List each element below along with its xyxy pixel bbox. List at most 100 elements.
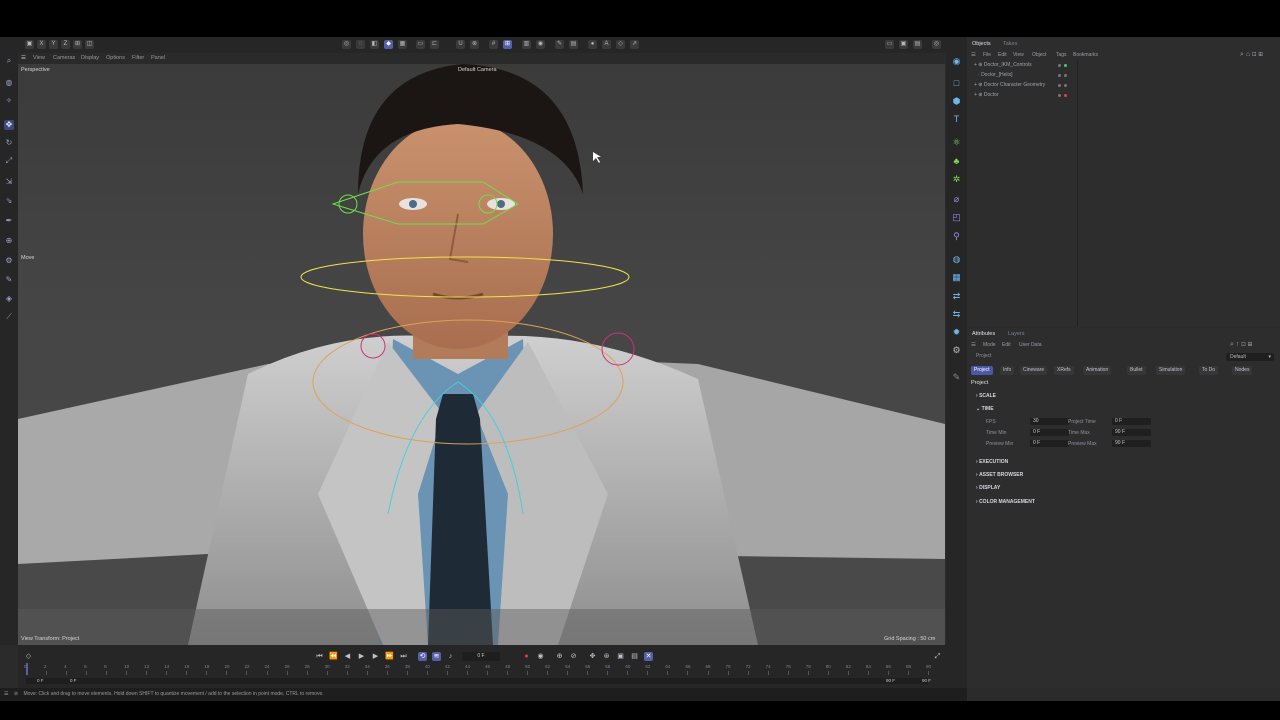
loop-icon[interactable]: ⟲ bbox=[418, 652, 427, 661]
section-execution[interactable]: › EXECUTION bbox=[976, 459, 1008, 465]
range-start-a[interactable]: 0 F bbox=[37, 678, 44, 683]
move-tool-icon[interactable]: ✥ bbox=[4, 120, 14, 130]
disabled-indicator[interactable] bbox=[1064, 94, 1067, 97]
visibility-dot[interactable] bbox=[1058, 84, 1061, 87]
layout-icon[interactable]: ▣ bbox=[25, 40, 34, 49]
tags-icon[interactable]: ⇆ bbox=[951, 309, 962, 320]
pen-icon[interactable]: ✎ bbox=[951, 372, 962, 383]
attributes-menu-user-data[interactable]: User Data bbox=[1019, 342, 1042, 348]
axis-mode-icon[interactable]: ⊏ bbox=[430, 40, 439, 49]
tab-takes[interactable]: Takes bbox=[1003, 41, 1017, 47]
visibility-dot[interactable] bbox=[1058, 64, 1061, 67]
magnet-icon[interactable]: U bbox=[456, 40, 465, 49]
chip-project[interactable]: Project bbox=[971, 366, 993, 375]
layout-switch-icon[interactable]: ▭ bbox=[885, 40, 894, 49]
workplane-icon[interactable]: ▭ bbox=[416, 40, 425, 49]
key-rotation-icon[interactable]: ⊘ bbox=[569, 652, 578, 661]
playhead[interactable] bbox=[26, 663, 28, 675]
axis-x-icon[interactable]: X bbox=[37, 40, 46, 49]
go-to-end-icon[interactable]: ⏭ bbox=[399, 652, 408, 661]
next-frame-icon[interactable]: ▶ bbox=[371, 652, 380, 661]
attributes-menu-icon[interactable]: ☰ bbox=[971, 342, 976, 348]
visibility-dot[interactable] bbox=[1058, 94, 1061, 97]
deformer-icon[interactable]: ⌀ bbox=[951, 194, 962, 205]
tree-item-controls[interactable]: + ⊕ Doctor_IKM_Controls bbox=[974, 62, 1032, 68]
time-max-field[interactable]: 90 F bbox=[1112, 429, 1151, 436]
sun-icon[interactable]: ✹ bbox=[951, 327, 962, 338]
camera-icon[interactable]: ▦ bbox=[951, 272, 962, 283]
range-end-a[interactable]: 90 F bbox=[886, 678, 895, 683]
cloner-icon[interactable]: ✲ bbox=[951, 174, 962, 185]
grid-icon[interactable]: # bbox=[489, 40, 498, 49]
interactive-render-icon[interactable]: ▤ bbox=[913, 40, 922, 49]
model-mode-icon[interactable]: ◎ bbox=[342, 40, 351, 49]
viewport-menu-icon[interactable]: ☰ bbox=[21, 55, 26, 61]
tree-item-helix[interactable]: · Doctor_[Helix] bbox=[978, 72, 1012, 78]
keyframe-toggle-icon[interactable]: ◇ bbox=[24, 652, 33, 661]
effector-icon[interactable]: ⚲ bbox=[951, 231, 962, 242]
spline-pen-icon[interactable]: ✒ bbox=[4, 216, 14, 226]
current-frame-field[interactable]: 0 F bbox=[462, 652, 500, 661]
render-view-icon[interactable]: ◉ bbox=[536, 40, 545, 49]
autokey-icon[interactable]: A bbox=[602, 40, 611, 49]
objects-menu-icon[interactable]: ☰ bbox=[971, 52, 976, 58]
mograph-icon[interactable]: ♣ bbox=[951, 156, 962, 167]
expand-icon[interactable]: + ⊕ bbox=[974, 62, 984, 68]
section-asset-browser[interactable]: › ASSET BROWSER bbox=[976, 472, 1023, 478]
tab-layers[interactable]: Layers bbox=[1008, 331, 1025, 337]
next-key-icon[interactable]: ⏩ bbox=[385, 652, 394, 661]
section-color-management[interactable]: › COLOR MANAGEMENT bbox=[976, 499, 1035, 505]
search-icon[interactable]: ⌕ ⌂ ⊡ ⊞ bbox=[1240, 51, 1263, 59]
section-display[interactable]: › DISPLAY bbox=[976, 485, 1000, 491]
go-to-start-icon[interactable]: ⏮ bbox=[315, 652, 324, 661]
expand-icon[interactable]: + ⊕ bbox=[974, 82, 984, 88]
expand-icon[interactable]: + ⊕ bbox=[974, 92, 984, 98]
viewport-menu-display[interactable]: Display bbox=[81, 55, 99, 61]
fps-field[interactable]: 30 bbox=[1030, 418, 1069, 425]
record-icon[interactable]: ● bbox=[588, 40, 597, 49]
attributes-menu-edit[interactable]: Edit bbox=[1002, 342, 1011, 348]
attributes-search-icon[interactable]: ⌕ ↑ ⊡ ⊞ bbox=[1230, 341, 1252, 349]
chip-xrefs[interactable]: XRefs bbox=[1054, 366, 1074, 375]
preset-dropdown[interactable]: Default ▾ bbox=[1226, 353, 1274, 361]
viewport-menu-filter[interactable]: Filter bbox=[132, 55, 144, 61]
objects-menu-tags[interactable]: Tags bbox=[1056, 52, 1067, 58]
scale-tool-icon[interactable]: ⤢ bbox=[4, 156, 14, 166]
select-tool-icon[interactable]: ◍ bbox=[4, 78, 14, 88]
viewport-menu-options[interactable]: Options bbox=[106, 55, 125, 61]
external-link-icon[interactable]: ⇗ bbox=[630, 40, 639, 49]
enabled-check[interactable] bbox=[1064, 64, 1067, 67]
time-min-field[interactable]: 0 F bbox=[1030, 429, 1069, 436]
range-slider[interactable] bbox=[26, 678, 928, 684]
chip-info[interactable]: Info bbox=[1000, 366, 1015, 375]
timeline-mode-icon[interactable]: ✕ bbox=[644, 652, 653, 661]
record-key-icon[interactable]: ● bbox=[522, 652, 531, 661]
points-mode-icon[interactable]: ◌ bbox=[356, 40, 365, 49]
range-start-b[interactable]: 0 F bbox=[70, 678, 77, 683]
key-param-icon[interactable]: ⊛ bbox=[602, 652, 611, 661]
fps-mode-icon[interactable]: ≋ bbox=[432, 652, 441, 661]
attributes-menu-mode[interactable]: Mode bbox=[983, 342, 996, 348]
knife-tool-icon[interactable]: ⟋ bbox=[4, 312, 14, 322]
polygons-mode-icon[interactable]: ◆ bbox=[384, 40, 393, 49]
enabled-check[interactable] bbox=[1064, 84, 1067, 87]
timeline-expand-icon[interactable]: ⤢ bbox=[933, 652, 942, 661]
axis-y-icon[interactable]: Y bbox=[49, 40, 58, 49]
tree-item-doctor[interactable]: + ⊕ Doctor bbox=[974, 92, 999, 98]
snap-grid-icon[interactable]: ⊞ bbox=[503, 40, 512, 49]
timeline-ruler[interactable]: 0246810121416182022242628303234363840424… bbox=[24, 662, 931, 676]
field-icon[interactable]: ◰ bbox=[951, 212, 962, 223]
generator-icon[interactable]: ⚛ bbox=[951, 137, 962, 148]
section-scale[interactable]: › SCALE bbox=[976, 393, 996, 399]
objects-menu-object[interactable]: Object bbox=[1032, 52, 1046, 58]
section-time[interactable]: ⌄ TIME bbox=[976, 406, 994, 412]
viewport-menu-view[interactable]: View bbox=[33, 55, 45, 61]
preview-min-field[interactable]: 0 F bbox=[1030, 440, 1069, 447]
viewport-menu-cameras[interactable]: Cameras bbox=[53, 55, 75, 61]
play-icon[interactable]: ▶ bbox=[357, 652, 366, 661]
tab-objects[interactable]: Objects bbox=[972, 41, 991, 47]
bevel-tool-icon[interactable]: ⇘ bbox=[4, 196, 14, 206]
sound-icon[interactable]: ♪ bbox=[446, 652, 455, 661]
search-icon[interactable]: ⌕ bbox=[4, 56, 14, 66]
visibility-dot[interactable] bbox=[1058, 74, 1061, 77]
